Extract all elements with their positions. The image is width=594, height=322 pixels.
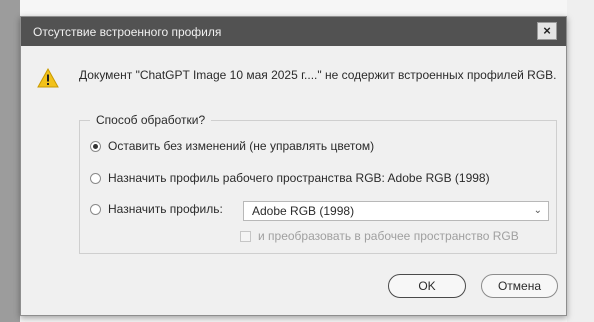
cancel-button[interactable]: Отмена (481, 274, 558, 298)
profile-select-value: Adobe RGB (1998) (252, 204, 355, 218)
handling-options-group: Способ обработки? Оставить без изменений… (79, 113, 557, 254)
radio-button[interactable] (90, 203, 101, 215)
background-panel-right (567, 0, 594, 322)
chevron-down-icon: ⌄ (533, 205, 542, 216)
radio-assign-working-space[interactable]: Назначить профиль рабочего пространства … (90, 171, 490, 185)
ok-button[interactable]: OK (388, 274, 466, 298)
radio-button-checked[interactable] (90, 140, 101, 152)
dialog-title: Отсутствие встроенного профиля (33, 25, 222, 39)
close-icon: × (543, 23, 551, 38)
dialog-message: Документ "ChatGPT Image 10 мая 2025 г...… (79, 68, 557, 82)
radio-label-leave-unchanged: Оставить без изменений (не управлять цве… (108, 139, 375, 153)
radio-leave-unchanged[interactable]: Оставить без изменений (не управлять цве… (90, 139, 374, 153)
dialog-titlebar[interactable]: Отсутствие встроенного профиля × (21, 17, 566, 46)
radio-label-assign-working: Назначить профиль рабочего пространства … (108, 171, 490, 185)
missing-profile-dialog: Отсутствие встроенного профиля × Докумен… (20, 16, 567, 316)
close-button[interactable]: × (537, 22, 557, 40)
radio-label-assign-profile: Назначить профиль: (108, 202, 223, 216)
warning-icon (37, 68, 59, 88)
radio-button[interactable] (90, 172, 101, 184)
convert-checkbox-label: и преобразовать в рабочее пространство R… (258, 229, 519, 243)
convert-checkbox-row[interactable]: и преобразовать в рабочее пространство R… (240, 229, 519, 243)
background-panel-left (0, 0, 20, 322)
profile-select[interactable]: Adobe RGB (1998) ⌄ (243, 201, 549, 221)
convert-checkbox[interactable] (240, 230, 251, 242)
radio-assign-profile[interactable]: Назначить профиль: (90, 202, 223, 216)
group-legend: Способ обработки? (90, 113, 212, 127)
